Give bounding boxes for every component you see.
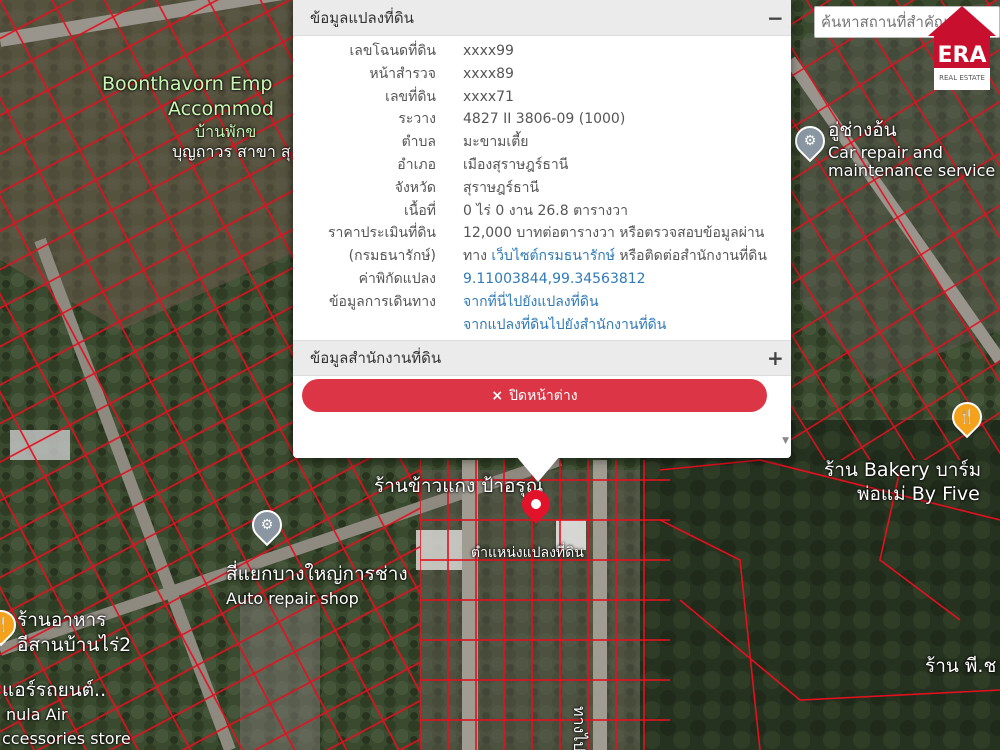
- map-label-car-repair-th: อู่ช่างอ้น: [828, 119, 897, 141]
- info-key: หน้าสำรวจ: [369, 65, 436, 82]
- map-label-air-1: แอร์รถยนต์..: [2, 679, 107, 701]
- info-row: ตำบล มะขามเตี้ย: [293, 131, 791, 154]
- map-label-road: ทางไป: [570, 706, 589, 750]
- info-row: เนื้อที่ 0 ไร่ 0 งาน 26.8 ตารางวา: [293, 200, 791, 223]
- price-value-line2: ทาง เว็บไซต์กรมธนารักษ์ หรือติดต่อสำนักง…: [436, 245, 791, 268]
- coords-row: ค่าพิกัดแปลง 9.11003844,99.34563812: [293, 268, 791, 291]
- info-value: xxxx71: [463, 88, 514, 105]
- info-row: จังหวัด สุราษฎร์ธานี: [293, 177, 791, 200]
- travel-key: ข้อมูลการเดินทาง: [328, 293, 436, 310]
- travel-value-2: จากแปลงที่ดินไปยังสำนักงานที่ดิน: [436, 314, 791, 337]
- parcel-info-header[interactable]: ข้อมูลแปลงที่ดิน −: [293, 0, 791, 36]
- map-label-bakery-1: ร้าน Bakery บาร์ม: [824, 459, 982, 481]
- map-label-car-repair-en2: maintenance service: [828, 161, 996, 180]
- price-line2-prefix: ทาง: [463, 248, 492, 265]
- map-label-auto-shop-en: Auto repair shop: [226, 589, 359, 608]
- price-value-line1: 12,000 บาทต่อตารางวา หรือตรวจสอบข้อมูลผ่…: [463, 225, 765, 242]
- travel-value: จากที่นี่ไปยังแปลงที่ดิน: [436, 291, 791, 314]
- travel-key-blank: [293, 314, 436, 337]
- info-key: อำเภอ: [397, 156, 436, 173]
- land-parcel-popup: ข้อมูลแปลงที่ดิน − เลขโฉนดที่ดิน xxxx99 หน…: [293, 0, 791, 458]
- parcel-info-title: ข้อมูลแปลงที่ดิน: [310, 8, 414, 27]
- expand-icon[interactable]: +: [767, 346, 784, 370]
- info-value: 0 ไร่ 0 งาน 26.8 ตารางวา: [463, 202, 628, 219]
- treasury-website-link[interactable]: เว็บไซต์กรมธนารักษ์: [491, 248, 615, 264]
- price-key: ราคาประเมินที่ดิน: [327, 225, 436, 242]
- coords-link[interactable]: 9.11003844,99.34563812: [463, 271, 646, 287]
- scroll-down-arrow-icon[interactable]: ▼: [782, 436, 789, 446]
- map-label-air-3: ccessories store: [2, 729, 131, 748]
- info-row: อำเภอ เมืองสุราษฎร์ธานี: [293, 154, 791, 177]
- collapse-icon[interactable]: −: [767, 6, 784, 30]
- popup-pointer: [516, 456, 560, 482]
- map-label-shop-pk: ร้าน พี.ช: [925, 655, 997, 677]
- era-logo: ERA REAL ESTATE: [928, 6, 996, 90]
- info-row: เลขที่ดิน xxxx71: [293, 86, 791, 109]
- land-office-title: ข้อมูลสำนักงานที่ดิน: [310, 349, 442, 368]
- info-value: เมืองสุราษฎร์ธานี: [463, 156, 569, 173]
- price-line2-suffix: หรือติดต่อสำนักงานที่ดิน: [614, 248, 767, 265]
- map-label-accommodation: Accommod: [168, 98, 274, 120]
- info-value: มะขามเตี้ย: [463, 134, 529, 151]
- info-value: xxxx99: [463, 43, 514, 59]
- parcel-info-table: เลขโฉนดที่ดิน xxxx99 หน้าสำรวจ xxxx89 เลขที่…: [293, 36, 791, 336]
- map-label-isan-food-2: อีสานบ้านไร่2: [17, 634, 132, 656]
- info-key: ตำบล: [401, 134, 436, 151]
- map-label-bakery-2: พ่อแม่ By Five: [857, 483, 980, 505]
- close-icon: ×: [491, 387, 504, 404]
- close-window-button[interactable]: × ปิดหน้าต่าง: [302, 379, 767, 412]
- map-label-isan-food-1: ร้านอาหาร: [17, 609, 107, 631]
- directions-to-parcel-link[interactable]: จากที่นี่ไปยังแปลงที่ดิน: [463, 294, 599, 310]
- info-row: ระวาง 4827 II 3806-09 (1000): [293, 108, 791, 131]
- map-label-accommodation-th: บ้านพักข: [195, 122, 257, 141]
- map-label-car-repair-en1: Car repair and: [828, 143, 943, 162]
- close-window-label: ปิดหน้าต่าง: [509, 387, 578, 404]
- map-label-air-2: nula Air: [6, 705, 68, 724]
- era-logo-text: ERA: [938, 43, 987, 68]
- info-key: เลขโฉนดที่ดิน: [349, 43, 436, 59]
- info-value: สุราษฎร์ธานี: [463, 179, 540, 196]
- map-label-boonthavorn-th: บุญถาวร สาขา สุ: [172, 142, 291, 161]
- travel-row: ข้อมูลการเดินทาง จากที่นี่ไปยังแปลงที่ดิน: [293, 291, 791, 314]
- info-key: เนื้อที่: [404, 202, 436, 219]
- info-row: หน้าสำรวจ xxxx89: [293, 63, 791, 86]
- price-key-2: (กรมธนารักษ์): [348, 248, 436, 265]
- coords-value: 9.11003844,99.34563812: [436, 268, 791, 291]
- travel-row-2: จากแปลงที่ดินไปยังสำนักงานที่ดิน: [293, 314, 791, 337]
- info-value: xxxx89: [463, 65, 514, 82]
- info-value: 4827 II 3806-09 (1000): [463, 111, 626, 128]
- price-row-2: (กรมธนารักษ์) ทาง เว็บไซต์กรมธนารักษ์ หรื…: [293, 245, 791, 268]
- parcel-location-label: ตำแหน่งแปลงที่ดิน: [471, 545, 584, 561]
- coords-key: ค่าพิกัดแปลง: [358, 270, 436, 287]
- info-key: ระวาง: [398, 111, 436, 128]
- price-row: ราคาประเมินที่ดิน 12,000 บาทต่อตารางวา หร…: [293, 222, 791, 245]
- era-logo-subtext: REAL ESTATE: [939, 74, 985, 82]
- info-row: เลขโฉนดที่ดิน xxxx99: [293, 40, 791, 63]
- land-office-header[interactable]: ข้อมูลสำนักงานที่ดิน +: [293, 340, 791, 377]
- map-label-auto-shop-th: สี่แยกบางใหญ่การช่าง: [226, 563, 408, 585]
- directions-to-office-link[interactable]: จากแปลงที่ดินไปยังสำนักงานที่ดิน: [463, 317, 666, 333]
- map-label-boonthavorn: Boonthavorn Emp: [102, 73, 273, 95]
- info-key: จังหวัด: [394, 179, 436, 196]
- info-key: เลขที่ดิน: [385, 88, 436, 105]
